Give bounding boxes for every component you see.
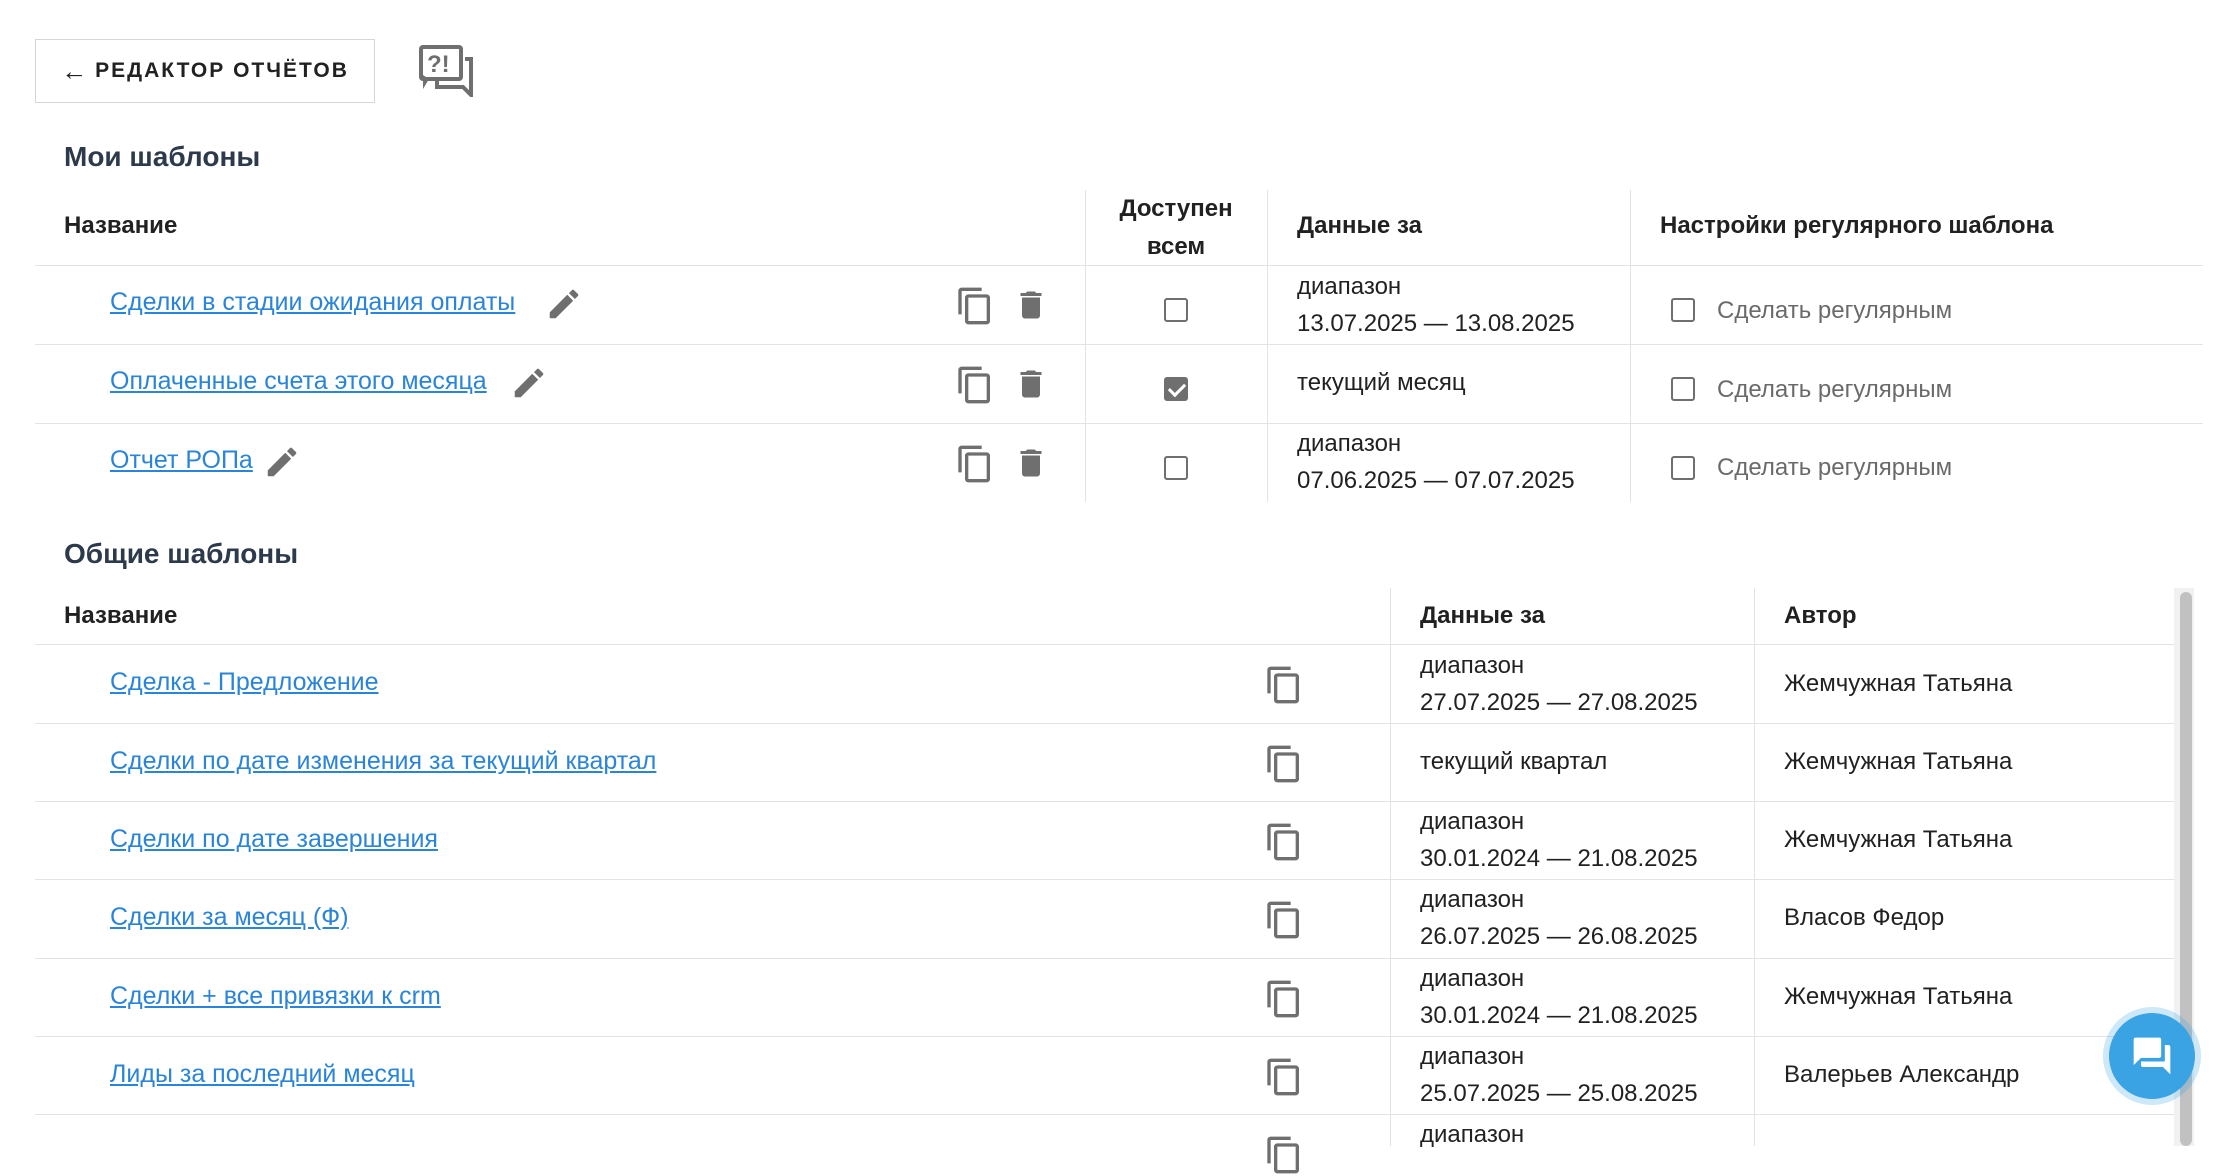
shared-checkbox[interactable] — [1164, 456, 1188, 480]
period-type: диапазон — [1297, 430, 1402, 457]
template-link[interactable]: Сделки в стадии ожидания оплаты — [110, 288, 515, 317]
period-range: 26.07.2025 — 26.08.2025 — [1420, 923, 1698, 950]
copy-icon[interactable] — [955, 285, 995, 327]
period-range: 27.07.2025 — 27.08.2025 — [1420, 689, 1698, 716]
copy-icon[interactable] — [955, 443, 995, 485]
author: Жемчужная Татьяна — [1784, 670, 2013, 697]
period-type: текущий квартал — [1420, 748, 1608, 775]
period-type: диапазон — [1420, 652, 1525, 679]
copy-icon[interactable] — [1264, 821, 1304, 863]
col-author-header: Автор — [1784, 602, 1857, 629]
back-to-report-editor-button[interactable]: ← РЕДАКТОР ОТЧЁТОВ — [35, 39, 375, 103]
copy-icon[interactable] — [1264, 1134, 1304, 1176]
shared-checkbox[interactable] — [1164, 298, 1188, 322]
col-regular-header: Настройки регулярного шаблона — [1660, 212, 2054, 239]
template-link[interactable]: Отчет РОПа — [110, 446, 253, 475]
period-range: 13.07.2025 — 13.08.2025 — [1297, 310, 1575, 337]
period-type: диапазон — [1420, 886, 1525, 913]
col-period-header: Данные за — [1297, 212, 1422, 239]
template-link[interactable]: Сделки за месяц (Ф) — [110, 903, 349, 932]
my-templates-title: Мои шаблоны — [64, 141, 261, 172]
pencil-icon[interactable] — [510, 364, 548, 402]
period-type: диапазон — [1420, 1121, 1525, 1148]
author: Жемчужная Татьяна — [1784, 826, 2013, 853]
period-type: диапазон — [1420, 808, 1525, 835]
back-button-label: РЕДАКТОР ОТЧЁТОВ — [95, 59, 349, 82]
author: Жемчужная Татьяна — [1784, 748, 2013, 775]
period-type: диапазон — [1420, 965, 1525, 992]
period-type: текущий месяц — [1297, 369, 1466, 396]
copy-icon[interactable] — [1264, 899, 1304, 941]
period-range: 07.06.2025 — 07.07.2025 — [1297, 467, 1575, 494]
author: Жемчужная Татьяна — [1784, 983, 2013, 1010]
make-regular-checkbox[interactable] — [1671, 377, 1695, 401]
copy-icon[interactable] — [955, 364, 995, 406]
chat-button[interactable] — [2109, 1013, 2195, 1099]
copy-icon[interactable] — [1264, 1056, 1304, 1098]
col-shared-header: Доступен всем — [1119, 195, 1233, 260]
make-regular-label[interactable]: Сделать регулярным — [1717, 454, 1952, 482]
template-link[interactable]: Сделки + все привязки к crm — [110, 982, 441, 1011]
template-link[interactable]: Сделка - Предложение — [110, 668, 379, 697]
svg-text:?!: ?! — [427, 51, 450, 78]
template-link[interactable]: Лиды за последний месяц — [110, 1060, 415, 1089]
common-templates-title: Общие шаблоны — [64, 538, 299, 569]
author: Валерьев Александр — [1784, 1061, 2020, 1088]
template-link[interactable]: Сделки по дате изменения за текущий квар… — [110, 747, 656, 776]
period-range: 30.01.2024 — 21.08.2025 — [1420, 1002, 1698, 1029]
period-type: диапазон — [1297, 273, 1402, 300]
copy-icon[interactable] — [1264, 743, 1304, 785]
author: Власов Федор — [1784, 904, 1945, 931]
period-range: 25.07.2025 — 25.08.2025 — [1420, 1080, 1698, 1107]
faq-chat-icon[interactable]: ?! — [419, 45, 473, 97]
arrow-left-icon: ← — [61, 56, 90, 86]
shared-checkbox-checked[interactable] — [1164, 377, 1188, 401]
make-regular-checkbox[interactable] — [1671, 456, 1695, 480]
trash-icon[interactable] — [1013, 285, 1049, 325]
make-regular-label[interactable]: Сделать регулярным — [1717, 376, 1952, 404]
col-name-header: Название — [64, 602, 178, 629]
pencil-icon[interactable] — [545, 285, 583, 323]
make-regular-label[interactable]: Сделать регулярным — [1717, 297, 1952, 325]
template-link[interactable]: Сделки по дате завершения — [110, 825, 438, 854]
pencil-icon[interactable] — [263, 443, 301, 481]
chat-bubbles-icon — [2133, 1037, 2171, 1075]
copy-icon[interactable] — [1264, 664, 1304, 706]
copy-icon[interactable] — [1264, 978, 1304, 1020]
col-name-header: Название — [64, 212, 178, 239]
trash-icon[interactable] — [1013, 364, 1049, 404]
col-period-header: Данные за — [1420, 602, 1545, 629]
make-regular-checkbox[interactable] — [1671, 298, 1695, 322]
template-link[interactable]: Оплаченные счета этого месяца — [110, 367, 487, 396]
trash-icon[interactable] — [1013, 443, 1049, 483]
period-type: диапазон — [1420, 1043, 1525, 1070]
period-range: 30.01.2024 — 21.08.2025 — [1420, 845, 1698, 872]
